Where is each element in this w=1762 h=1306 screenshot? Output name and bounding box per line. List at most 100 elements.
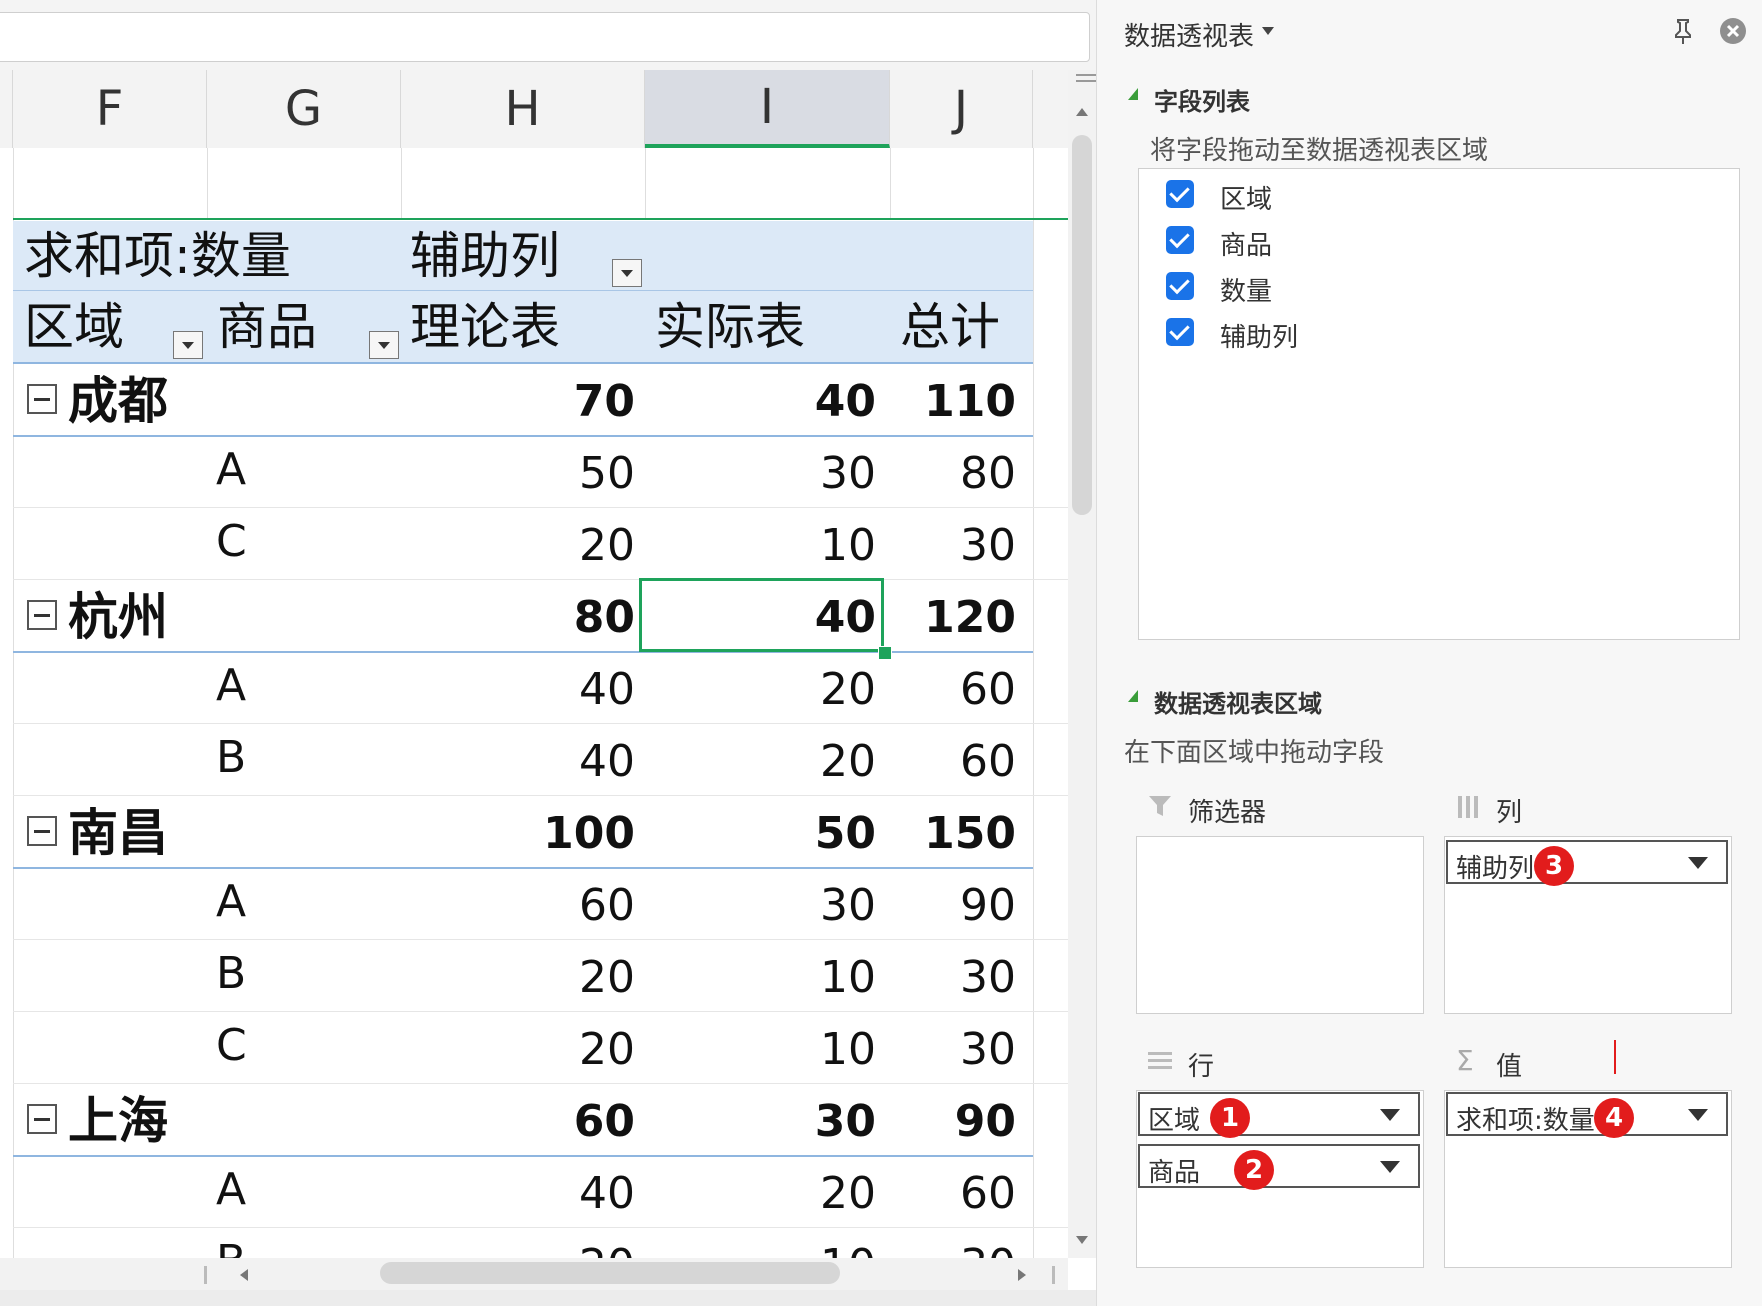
spreadsheet-grid[interactable]: 求和项:数量 辅助列 区域 商品 理论表 实际表 总计 成都 70 40 110 A 50… — [0, 148, 1068, 1258]
pivot-value-total[interactable]: 30 — [960, 1028, 1016, 1072]
column-header-f[interactable]: F — [13, 70, 207, 148]
pivot-group-label[interactable]: 杭州 — [68, 592, 168, 642]
pivot-value-theory[interactable]: 40 — [579, 1172, 635, 1216]
pivot-value-theory[interactable]: 20 — [579, 1244, 635, 1259]
scroll-up-icon[interactable] — [1076, 108, 1088, 116]
row-field-chip[interactable]: 区域 — [1138, 1092, 1420, 1136]
scroll-left-icon[interactable] — [240, 1269, 248, 1281]
pivot-group-label[interactable]: 上海 — [68, 1096, 168, 1146]
column-header-g[interactable]: G — [207, 70, 401, 148]
field-list-item[interactable]: 区域 — [1220, 179, 1272, 216]
fill-handle[interactable] — [878, 646, 892, 660]
panel-title[interactable]: 数据透视表 — [1124, 16, 1254, 53]
chevron-down-icon[interactable] — [1380, 1109, 1400, 1121]
pivot-value-actual[interactable]: 10 — [820, 956, 876, 1000]
pivot-item-label[interactable]: A — [216, 664, 246, 708]
pivot-value-total[interactable]: 60 — [960, 740, 1016, 784]
chevron-down-icon[interactable] — [1380, 1161, 1400, 1173]
pivot-value-total[interactable]: 60 — [960, 668, 1016, 712]
collapse-minus-icon[interactable] — [27, 1104, 57, 1134]
pivot-value-theory[interactable]: 70 — [574, 380, 635, 424]
pivot-value-total[interactable]: 30 — [960, 524, 1016, 568]
pivot-value-actual[interactable]: 40 — [815, 380, 876, 424]
pivot-value-theory[interactable]: 60 — [574, 1100, 635, 1144]
column-field-dropdown-icon[interactable] — [612, 259, 642, 287]
filter-area-box[interactable] — [1136, 836, 1424, 1014]
checkbox-checked-icon[interactable] — [1166, 180, 1194, 208]
pivot-value-actual[interactable]: 10 — [820, 1244, 876, 1259]
pivot-value-actual[interactable]: 20 — [820, 740, 876, 784]
column-header-j[interactable]: J — [890, 70, 1033, 148]
pivot-item-label[interactable]: B — [216, 952, 246, 996]
pivot-value-theory[interactable]: 40 — [579, 740, 635, 784]
pivot-value-actual[interactable]: 10 — [820, 524, 876, 568]
pivot-value-total[interactable]: 90 — [960, 884, 1016, 928]
pivot-item-label[interactable]: C — [216, 520, 247, 564]
column-header-i[interactable]: I — [645, 70, 890, 148]
scroll-right-icon[interactable] — [1018, 1269, 1026, 1281]
collapse-minus-icon[interactable] — [27, 816, 57, 846]
column-field-chip[interactable]: 辅助列 — [1446, 840, 1728, 884]
row-field-2-dropdown-icon[interactable] — [369, 331, 399, 359]
split-handle-icon[interactable] — [204, 1266, 207, 1284]
formula-input[interactable] — [0, 12, 1090, 62]
pivot-group-label[interactable]: 成都 — [68, 376, 168, 426]
field-list-item[interactable]: 商品 — [1220, 225, 1272, 262]
collapse-minus-icon[interactable] — [27, 600, 57, 630]
collapse-minus-icon[interactable] — [27, 384, 57, 414]
horizontal-scroll-thumb[interactable] — [380, 1262, 840, 1284]
pivot-value-actual[interactable]: 10 — [820, 1028, 876, 1072]
pivot-value-theory[interactable]: 60 — [579, 884, 635, 928]
pivot-value-actual[interactable]: 30 — [820, 452, 876, 496]
pivot-value-theory[interactable]: 100 — [543, 812, 635, 856]
selected-cell[interactable] — [639, 578, 884, 652]
pivot-value-theory[interactable]: 20 — [579, 956, 635, 1000]
field-list-item[interactable]: 数量 — [1220, 271, 1272, 308]
pin-icon[interactable] — [1668, 16, 1698, 46]
pivot-group-label[interactable]: 南昌 — [68, 808, 168, 858]
dropdown-icon[interactable] — [1262, 27, 1274, 35]
collapse-triangle-icon[interactable] — [1128, 690, 1138, 702]
chevron-down-icon[interactable] — [1688, 1109, 1708, 1121]
pivot-item-label[interactable]: A — [216, 1168, 246, 1212]
checkbox-checked-icon[interactable] — [1166, 226, 1194, 254]
pivot-value-total[interactable]: 120 — [924, 596, 1016, 640]
pivot-value-actual[interactable]: 20 — [820, 668, 876, 712]
pivot-value-total[interactable]: 30 — [960, 956, 1016, 1000]
pivot-value-theory[interactable]: 50 — [579, 452, 635, 496]
row-field-1-dropdown-icon[interactable] — [173, 331, 203, 359]
checkbox-checked-icon[interactable] — [1166, 318, 1194, 346]
chevron-down-icon[interactable] — [1688, 857, 1708, 869]
pivot-value-total[interactable]: 150 — [924, 812, 1016, 856]
pivot-value-total[interactable]: 80 — [960, 452, 1016, 496]
pivot-value-actual[interactable]: 30 — [820, 884, 876, 928]
pivot-value-actual[interactable]: 30 — [815, 1100, 876, 1144]
pivot-item-label[interactable]: B — [216, 736, 246, 780]
field-list-item[interactable]: 辅助列 — [1220, 317, 1298, 354]
pivot-value-theory[interactable]: 40 — [579, 668, 635, 712]
pivot-value-total[interactable]: 30 — [960, 1244, 1016, 1259]
pivot-value-actual[interactable]: 50 — [815, 812, 876, 856]
pivot-value-theory[interactable]: 20 — [579, 1028, 635, 1072]
split-handle-icon[interactable] — [1076, 80, 1096, 82]
pivot-item-label[interactable]: C — [216, 1024, 247, 1068]
split-handle-icon[interactable] — [1076, 74, 1096, 76]
checkbox-checked-icon[interactable] — [1166, 272, 1194, 300]
pivot-item-label[interactable]: A — [216, 880, 246, 924]
pivot-value-total[interactable]: 90 — [955, 1100, 1016, 1144]
vertical-scroll-thumb[interactable] — [1072, 135, 1092, 515]
value-field-chip[interactable]: 求和项:数量 — [1446, 1092, 1728, 1136]
row-field-chip[interactable]: 商品 — [1138, 1144, 1420, 1188]
split-handle-icon[interactable] — [1052, 1266, 1055, 1284]
pivot-value-total[interactable]: 60 — [960, 1172, 1016, 1216]
pivot-value-total[interactable]: 110 — [924, 380, 1016, 424]
scroll-down-icon[interactable] — [1076, 1236, 1088, 1244]
collapse-triangle-icon[interactable] — [1128, 88, 1138, 100]
pivot-item-label[interactable]: B — [216, 1240, 246, 1259]
close-icon[interactable] — [1718, 16, 1748, 46]
pivot-item-label[interactable]: A — [216, 448, 246, 492]
pivot-value-theory[interactable]: 80 — [574, 596, 635, 640]
pivot-value-actual[interactable]: 20 — [820, 1172, 876, 1216]
pivot-value-theory[interactable]: 20 — [579, 524, 635, 568]
column-header-h[interactable]: H — [401, 70, 645, 148]
